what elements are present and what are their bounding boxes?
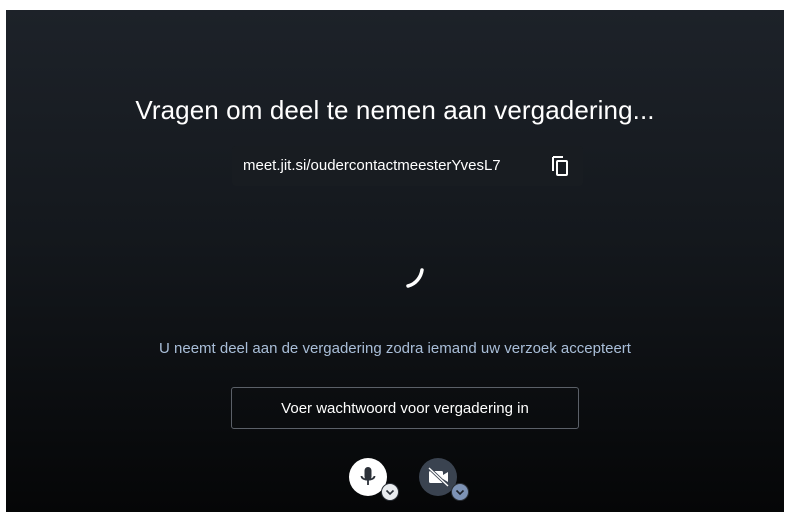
loading-spinner-icon [392, 258, 436, 302]
page-title: Vragen om deel te nemen aan vergadering.… [135, 95, 655, 125]
status-message: U neemt deel aan de vergadering zodra ie… [159, 340, 631, 357]
copy-icon[interactable] [549, 154, 571, 178]
camera-options-button[interactable] [451, 483, 469, 501]
microphone-options-button[interactable] [381, 483, 399, 501]
meeting-url-box: meet.jit.si/oudercontactmeesterYvesL7 [232, 146, 583, 186]
prejoin-screen: Vragen om deel te nemen aan vergadering.… [6, 10, 784, 512]
meeting-url-text: meet.jit.si/oudercontactmeesterYvesL7 [243, 157, 501, 174]
chevron-down-icon [385, 489, 395, 496]
enter-password-button[interactable]: Voer wachtwoord voor vergadering in [231, 387, 579, 429]
chevron-down-icon [455, 489, 465, 496]
